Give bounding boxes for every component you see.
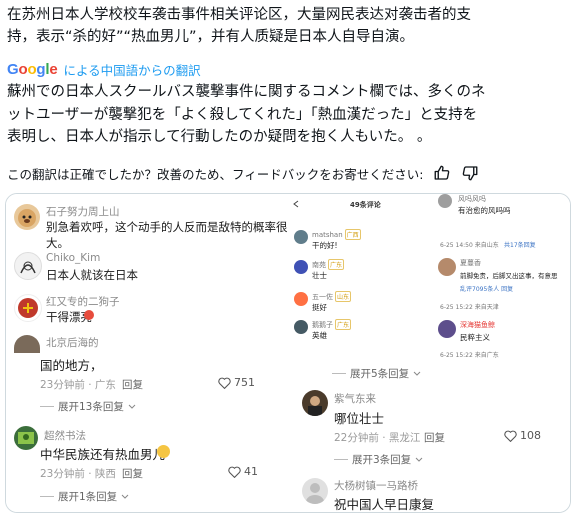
comment-username: 超然书法: [44, 430, 86, 442]
comment-text: 英雄: [312, 331, 327, 340]
comment-username: 红又专的二狗子: [46, 296, 120, 308]
user-avatar: [302, 390, 328, 416]
user-avatar: [14, 252, 42, 280]
comment-text: 中华民族还有热血男儿: [40, 447, 166, 462]
comment-text: 哪位壮士: [334, 411, 385, 426]
translated-line-2: ットユーザーが襲撃犯を「よく殺してくれた」「熱血漢だった」と支持を: [7, 106, 478, 123]
thumbs-down-icon[interactable]: [461, 164, 479, 182]
user-avatar: [294, 292, 308, 306]
comment-meta: 6-25 15:22 来自广东: [440, 352, 499, 359]
comment-username: 紫气东来: [334, 393, 376, 405]
attached-image-card[interactable]: 石子努力周上山 别急着欢呼，这个动手的人反而是敌特的概率很大。 Chiko_Ki…: [5, 193, 571, 513]
chevron-down-icon: [121, 494, 129, 499]
comment-meta: 6-25 14:50 来自山东: [440, 242, 499, 249]
comment-username: 大杨树镇一马路桥: [334, 480, 418, 492]
like-button[interactable]: 41: [228, 465, 258, 478]
original-line-1: 在苏州日本人学校校车袭击事件相关评论区，大量网民表达对袭击者的支: [7, 7, 471, 23]
back-icon: [292, 200, 300, 210]
expand-label: 展开3条回复: [352, 454, 412, 466]
user-avatar: [14, 426, 38, 450]
comment-time: 23分钟前 · 广东: [40, 379, 116, 391]
comment-username: 五一佐 山东: [312, 291, 352, 302]
translation-attribution[interactable]: Google による中国語からの翻訳: [7, 59, 201, 79]
comment-count-header: 49条评论: [350, 201, 381, 209]
user-avatar: [302, 478, 328, 504]
like-count: 751: [234, 376, 255, 389]
comment-text: 干的好!: [312, 241, 338, 250]
like-button[interactable]: 751: [218, 376, 255, 389]
original-post-text: 在苏州日本人学校校车袭击事件相关评论区，大量网民表达对袭击者的支 持，表示“杀的…: [7, 4, 567, 48]
chevron-down-icon: [128, 404, 136, 409]
comment-text: 国的地方，: [40, 358, 103, 373]
comment-meta: 6-25 15:22 来自天津: [440, 304, 499, 311]
left-screenshot: 石子努力周上山 别急着欢呼，这个动手的人反而是敌特的概率很大。 Chiko_Ki…: [6, 194, 289, 512]
translated-line-1: 蘇州での日本人スクールバス襲撃事件に関するコメント欄では、多くのネ: [7, 84, 486, 100]
user-avatar: [294, 230, 308, 244]
heart-icon: [218, 377, 231, 389]
reply-button[interactable]: 回复: [122, 466, 143, 481]
expand-replies[interactable]: 展开3条回复: [334, 452, 423, 467]
like-button[interactable]: 108: [504, 429, 541, 442]
user-avatar: [294, 320, 308, 334]
comment-time: 22分钟前 · 黑龙江: [334, 432, 421, 444]
expand-replies[interactable]: 展开5条回复: [332, 366, 421, 381]
translation-label[interactable]: による中国語からの翻訳: [64, 60, 201, 79]
like-count: 41: [244, 465, 258, 478]
translated-line-3: 表明し、日本人が指示して行動したのか疑問を抱く人もいた。 。: [7, 129, 432, 145]
comment-username: matshan 广西: [312, 229, 361, 240]
chevron-down-icon: [415, 457, 423, 462]
heart-icon: [228, 466, 241, 478]
chevron-down-icon: [413, 371, 421, 376]
user-avatar: [14, 204, 40, 230]
translated-post-text: 蘇州での日本人スクールバス襲撃事件に関するコメント欄では、多くのネ ットユーザー…: [7, 81, 569, 149]
view-replies-link[interactable]: 乱评7095条人 回复: [460, 284, 513, 293]
comment-text: 有治愈的风吗吗: [458, 206, 511, 215]
right-screenshot: 49条评论 matshan 广西 干的好! 南苑 广东 壮士 五一佐 山东 挺好 鹅鹅…: [290, 194, 570, 512]
expand-label: 展开13条回复: [58, 401, 124, 413]
expand-label: 展开1条回复: [58, 491, 118, 503]
comment-time: 23分钟前 · 陕西: [40, 468, 116, 480]
google-logo: Google: [7, 60, 58, 78]
user-avatar: [294, 260, 308, 274]
comment-text: 民粹主义: [460, 333, 490, 342]
user-avatar: [438, 194, 452, 208]
emoji-icon: [157, 445, 170, 458]
comment-text: 挺好: [312, 303, 327, 312]
expand-replies[interactable]: 展开1条回复: [40, 489, 129, 504]
comment-text: 前脚免责，后脚又出这事，有意思: [460, 272, 558, 280]
user-avatar: [14, 294, 42, 322]
emoji-icon: [84, 310, 94, 320]
reply-button[interactable]: 回复: [122, 377, 143, 392]
comment-text: 祝中国人早日康复: [334, 497, 435, 512]
comment-text: 壮士: [312, 271, 327, 280]
expand-label: 展开5条回复: [350, 368, 410, 380]
feedback-question: この翻訳は正確でしたか？改善のため、フィードバックをお寄せください:: [7, 166, 424, 182]
comment-username: 深海猫鱼鲸: [460, 321, 495, 329]
comment-username: 石子努力周上山: [46, 206, 120, 218]
user-avatar: [14, 335, 40, 353]
comment-username: Chiko_Kim: [46, 252, 101, 264]
comment-username: 北京后海的: [46, 337, 99, 349]
expand-replies[interactable]: 展开13条回复: [40, 399, 136, 414]
like-count: 108: [520, 429, 541, 442]
comment-text: 日本人就该在日本: [46, 268, 138, 282]
user-avatar: [438, 258, 456, 276]
reply-button[interactable]: 回复: [424, 430, 445, 445]
comment-username: 鹅鹅子 广东: [312, 319, 352, 330]
view-replies-link[interactable]: 共17条回复: [504, 240, 536, 249]
comment-username: 南苑 广东: [312, 259, 345, 270]
translation-feedback: この翻訳は正確でしたか？改善のため、フィードバックをお寄せください:: [7, 163, 479, 183]
comment-username: 风吗风吗: [458, 195, 486, 203]
original-line-2: 持，表示“杀的好”“热血男儿”，并有人质疑是日本人自导自演。: [7, 29, 415, 45]
comment-text: 别急着欢呼，这个动手的人反而是敌特的概率很大。: [46, 220, 288, 250]
comment-username: 夏蔓香: [460, 259, 481, 267]
thumbs-up-icon[interactable]: [433, 164, 451, 182]
user-avatar: [438, 320, 456, 338]
heart-icon: [504, 430, 517, 442]
